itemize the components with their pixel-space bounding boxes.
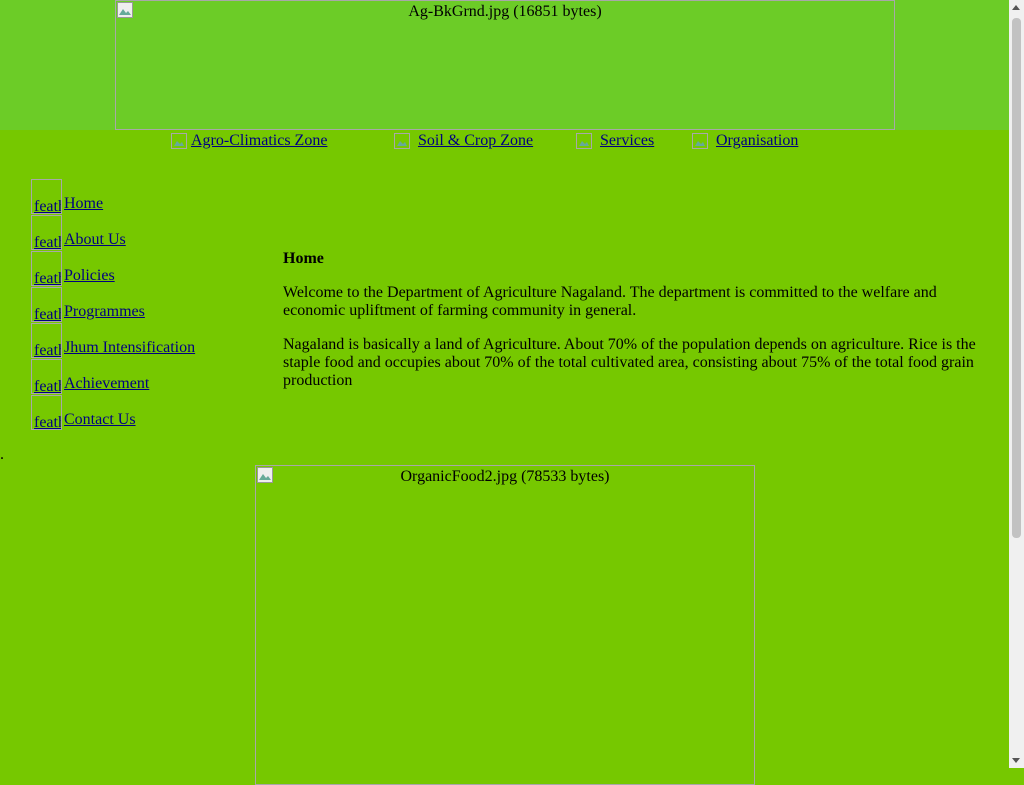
vertical-scrollbar[interactable]	[1009, 0, 1024, 768]
top-nav-item-organisation[interactable]: Organisation	[692, 130, 798, 152]
sidebar-item-label[interactable]: Policies	[64, 267, 115, 285]
sidebar-item-label[interactable]: Programmes	[64, 303, 145, 321]
top-nav-link[interactable]: Services	[600, 132, 654, 150]
top-nav-item-soil-crop[interactable]: Soil & Crop Zone	[394, 130, 533, 152]
banner-image: Ag-BkGrnd.jpg (16851 bytes)	[115, 0, 895, 130]
feather-icon: feath	[31, 179, 62, 214]
broken-image-icon	[171, 133, 187, 149]
intro-paragraph: Welcome to the Department of Agriculture…	[283, 284, 937, 319]
feather-icon: feath	[31, 323, 62, 358]
broken-image-icon	[257, 467, 273, 483]
sidebar-item-label[interactable]: Home	[64, 195, 103, 213]
sidebar-item-label[interactable]: Jhum Intensification	[64, 339, 195, 357]
sidebar-item-label[interactable]: About Us	[64, 231, 126, 249]
stray-text: .	[0, 446, 4, 463]
feather-icon: feath	[31, 251, 62, 286]
top-nav-link[interactable]: Organisation	[716, 132, 798, 150]
feather-icon: feath	[31, 359, 62, 394]
top-nav-item-agro-climatics[interactable]: Agro-Climatics Zone	[171, 130, 327, 152]
scroll-up-arrow-icon[interactable]	[1012, 5, 1020, 10]
top-nav-item-services[interactable]: Services	[576, 130, 654, 152]
banner-alt-text: Ag-BkGrnd.jpg (16851 bytes)	[408, 3, 602, 20]
feather-icon: feath	[31, 215, 62, 250]
top-nav-link[interactable]: Agro-Climatics Zone	[191, 132, 327, 150]
broken-image-icon	[576, 133, 592, 149]
sidebar-item-label[interactable]: Achievement	[64, 375, 149, 393]
organic-alt-text: OrganicFood2.jpg (78533 bytes)	[400, 468, 610, 485]
top-nav-link[interactable]: Soil & Crop Zone	[418, 132, 533, 150]
scrollbar-thumb[interactable]	[1012, 18, 1021, 538]
page-title: Home	[283, 250, 324, 267]
organic-food-image: OrganicFood2.jpg (78533 bytes)	[255, 465, 755, 785]
feather-icon: feath	[31, 287, 62, 322]
broken-image-icon	[692, 133, 708, 149]
agriculture-paragraph: Nagaland is basically a land of Agricult…	[283, 336, 976, 389]
main-content: Home Welcome to the Department of Agricu…	[283, 250, 983, 406]
scroll-down-arrow-icon[interactable]	[1012, 758, 1020, 763]
sidebar-item-label[interactable]: Contact Us	[64, 411, 136, 429]
broken-image-icon	[117, 2, 133, 18]
broken-image-icon	[394, 133, 410, 149]
feather-icon: feath	[31, 395, 62, 430]
